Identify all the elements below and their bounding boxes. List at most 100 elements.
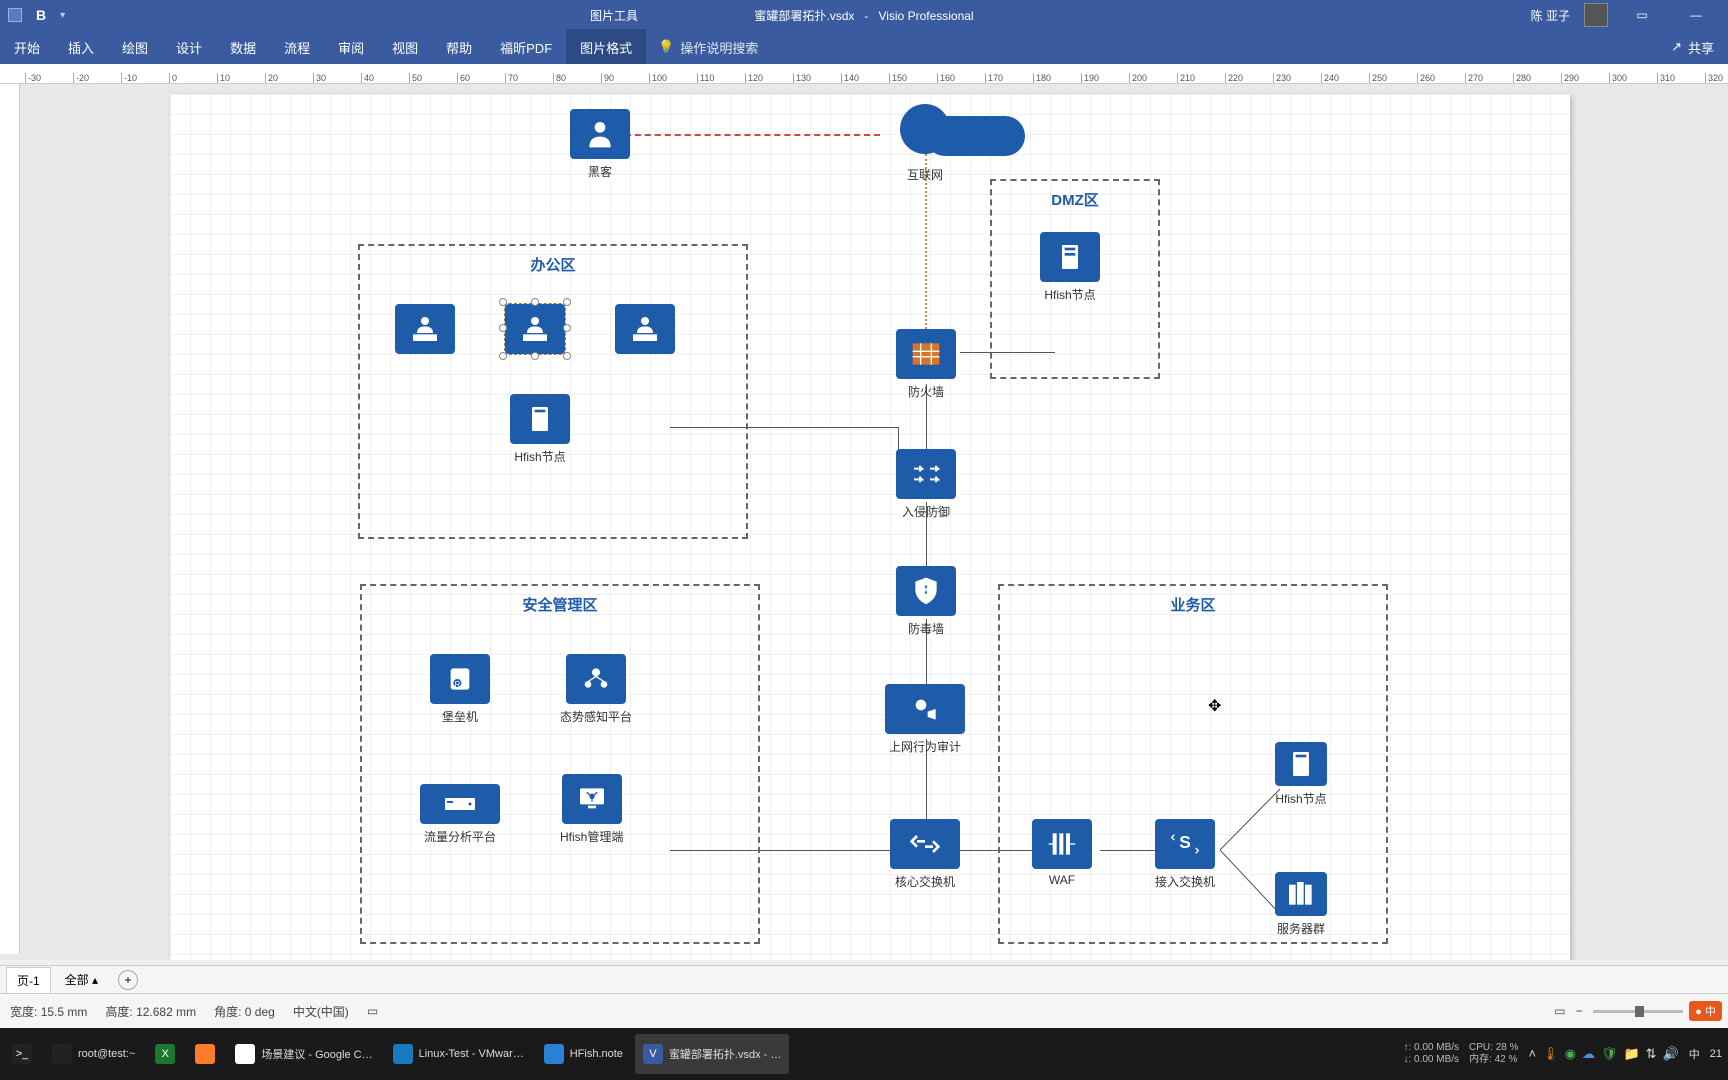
page-tab-all[interactable]: 全部 ▴	[55, 967, 108, 992]
status-language[interactable]: 中文(中国)	[293, 1003, 349, 1020]
bold-button[interactable]: B	[30, 7, 52, 23]
tab-review[interactable]: 审阅	[324, 29, 378, 66]
taskbar-item[interactable]: HFish.note	[536, 1034, 631, 1074]
shape-office-user-1[interactable]	[395, 304, 455, 354]
shape-traffic-platform[interactable]: 流量分析平台	[420, 784, 500, 845]
tab-view[interactable]: 视图	[378, 29, 432, 66]
connector-hacker-internet[interactable]	[605, 134, 880, 136]
shape-access-switch[interactable]: S 接入交换机	[1155, 819, 1215, 890]
tab-foxit-pdf[interactable]: 福昕PDF	[486, 29, 566, 66]
selection-handle[interactable]	[499, 324, 507, 332]
ruler-tick: 110	[697, 73, 714, 83]
taskbar-app-icon	[195, 1044, 215, 1064]
shape-hfish-business[interactable]: Hfish节点	[1275, 742, 1327, 807]
shape-hfish-mgmt[interactable]: Hfish管理端	[560, 774, 623, 845]
tray-volume-icon[interactable]: 🔊	[1663, 1046, 1679, 1062]
selection-handle[interactable]	[499, 352, 507, 360]
qat-dropdown-icon[interactable]: ▾	[60, 10, 65, 21]
macro-recorder-icon[interactable]: ▭	[367, 1004, 378, 1018]
tell-me-search[interactable]: 💡 操作说明搜索	[658, 38, 758, 57]
selection-handle[interactable]	[563, 352, 571, 360]
tab-data[interactable]: 数据	[216, 29, 270, 66]
shape-sa-platform[interactable]: 态势感知平台	[560, 654, 632, 725]
tab-process[interactable]: 流程	[270, 29, 324, 66]
zoom-slider[interactable]	[1593, 1010, 1683, 1013]
tab-help[interactable]: 帮助	[432, 29, 486, 66]
ruler-tick: 220	[1225, 73, 1243, 83]
tab-design[interactable]: 设计	[162, 29, 216, 66]
shape-hacker[interactable]: 黑客	[570, 109, 630, 180]
ribbon-display-button[interactable]: ▭	[1622, 8, 1662, 22]
tab-draw[interactable]: 绘图	[108, 29, 162, 66]
user-avatar[interactable]	[1584, 3, 1608, 27]
presentation-mode-icon[interactable]: ▭	[1554, 1004, 1565, 1018]
ruler-tick: 40	[361, 73, 374, 83]
selection-handle[interactable]	[563, 324, 571, 332]
ruler-tick: 100	[649, 73, 667, 83]
workstation-icon	[629, 313, 661, 345]
taskbar-item[interactable]: 场景建议 - Google C…	[227, 1034, 380, 1074]
shape-label: 流量分析平台	[420, 828, 500, 845]
tray-cloud-icon[interactable]: ☁	[1582, 1046, 1595, 1062]
shape-firewall[interactable]: 防火墙	[896, 329, 956, 400]
add-page-button[interactable]: +	[118, 970, 138, 990]
taskbar-item[interactable]: V蜜罐部署拓扑.vsdx - …	[635, 1034, 789, 1074]
shape-label: 服务器群	[1275, 920, 1327, 937]
shape-av-wall[interactable]: 防毒墙	[896, 566, 956, 637]
tray-wifi-icon[interactable]: ⇅	[1646, 1046, 1657, 1062]
selection-handle[interactable]	[563, 298, 571, 306]
ruler-tick: -10	[121, 73, 137, 83]
ruler-tick: 20	[265, 73, 278, 83]
taskbar-app-icon	[235, 1044, 255, 1064]
drawing-page[interactable]: 黑客 互联网 DMZ区 Hfish节点 办公区	[170, 94, 1570, 960]
zone-business[interactable]: 业务区	[998, 584, 1388, 944]
selection-handle[interactable]	[531, 352, 539, 360]
taskbar-item[interactable]: X	[147, 1034, 183, 1074]
shape-hfish-office[interactable]: Hfish节点	[510, 394, 570, 465]
page-tab-1[interactable]: 页-1	[6, 967, 51, 993]
page-tabs-bar: 页-1 全部 ▴ +	[0, 965, 1728, 993]
tray-folder-icon[interactable]: 📁	[1623, 1046, 1639, 1062]
tab-home[interactable]: 开始	[0, 29, 54, 66]
zone-office[interactable]: 办公区	[358, 244, 748, 539]
user-name[interactable]: 陈 亚子	[1531, 7, 1570, 24]
zoom-out-button[interactable]: −	[1576, 1004, 1583, 1018]
shape-servers[interactable]: 服务器群	[1275, 872, 1327, 937]
zone-security[interactable]: 安全管理区	[360, 584, 760, 944]
shape-ips[interactable]: 入侵防御	[896, 449, 956, 520]
clock[interactable]: 21	[1710, 1048, 1722, 1060]
chevron-up-icon: ▴	[92, 973, 98, 987]
tab-picture-format[interactable]: 图片格式	[566, 29, 646, 66]
taskbar-app-icon: >_	[12, 1044, 32, 1064]
taskbar-item[interactable]: Linux-Test - VMwar…	[385, 1034, 532, 1074]
tray-up-icon[interactable]: ˄	[1529, 1046, 1537, 1062]
taskbar-item[interactable]: >_	[4, 1034, 40, 1074]
ruler-tick: -30	[25, 73, 41, 83]
tray-icons[interactable]: ˄ 🌡 ◉ ☁ 🛡 📁 ⇅ 🔊	[1529, 1046, 1679, 1062]
selection-handle[interactable]	[499, 298, 507, 306]
taskbar-item[interactable]: root@test:~	[44, 1034, 143, 1074]
shape-behavior-audit[interactable]: 上网行为审计	[885, 684, 965, 755]
share-section[interactable]: ↗ 共享	[1671, 38, 1714, 57]
tray-temp-icon[interactable]: 🌡	[1542, 1046, 1559, 1062]
shape-internet[interactable]: 互联网	[875, 104, 975, 183]
shape-bastion[interactable]: R 堡垒机	[430, 654, 490, 725]
qat-app-icon[interactable]	[8, 8, 22, 22]
selection-handle[interactable]	[531, 298, 539, 306]
shape-waf[interactable]: WAF	[1032, 819, 1092, 887]
ruler-tick: 200	[1129, 73, 1147, 83]
tray-av-icon[interactable]: 🛡	[1601, 1046, 1618, 1062]
shape-office-user-2[interactable]	[505, 304, 565, 354]
shape-office-user-3[interactable]	[615, 304, 675, 354]
taskbar-item[interactable]	[187, 1034, 223, 1074]
tab-insert[interactable]: 插入	[54, 29, 108, 66]
minimize-button[interactable]: —	[1676, 8, 1716, 22]
ime-indicator[interactable]: ● 中	[1689, 1001, 1722, 1021]
shape-core-switch[interactable]: 核心交换机	[890, 819, 960, 890]
tray-wechat-icon[interactable]: ◉	[1565, 1046, 1576, 1062]
shape-label: 核心交换机	[890, 873, 960, 890]
shape-hfish-dmz[interactable]: Hfish节点	[1040, 232, 1100, 303]
taskbar-app-icon: X	[155, 1044, 175, 1064]
canvas-area[interactable]: 黑客 互联网 DMZ区 Hfish节点 办公区	[0, 84, 1728, 960]
ime-lang[interactable]: 中	[1689, 1046, 1700, 1062]
